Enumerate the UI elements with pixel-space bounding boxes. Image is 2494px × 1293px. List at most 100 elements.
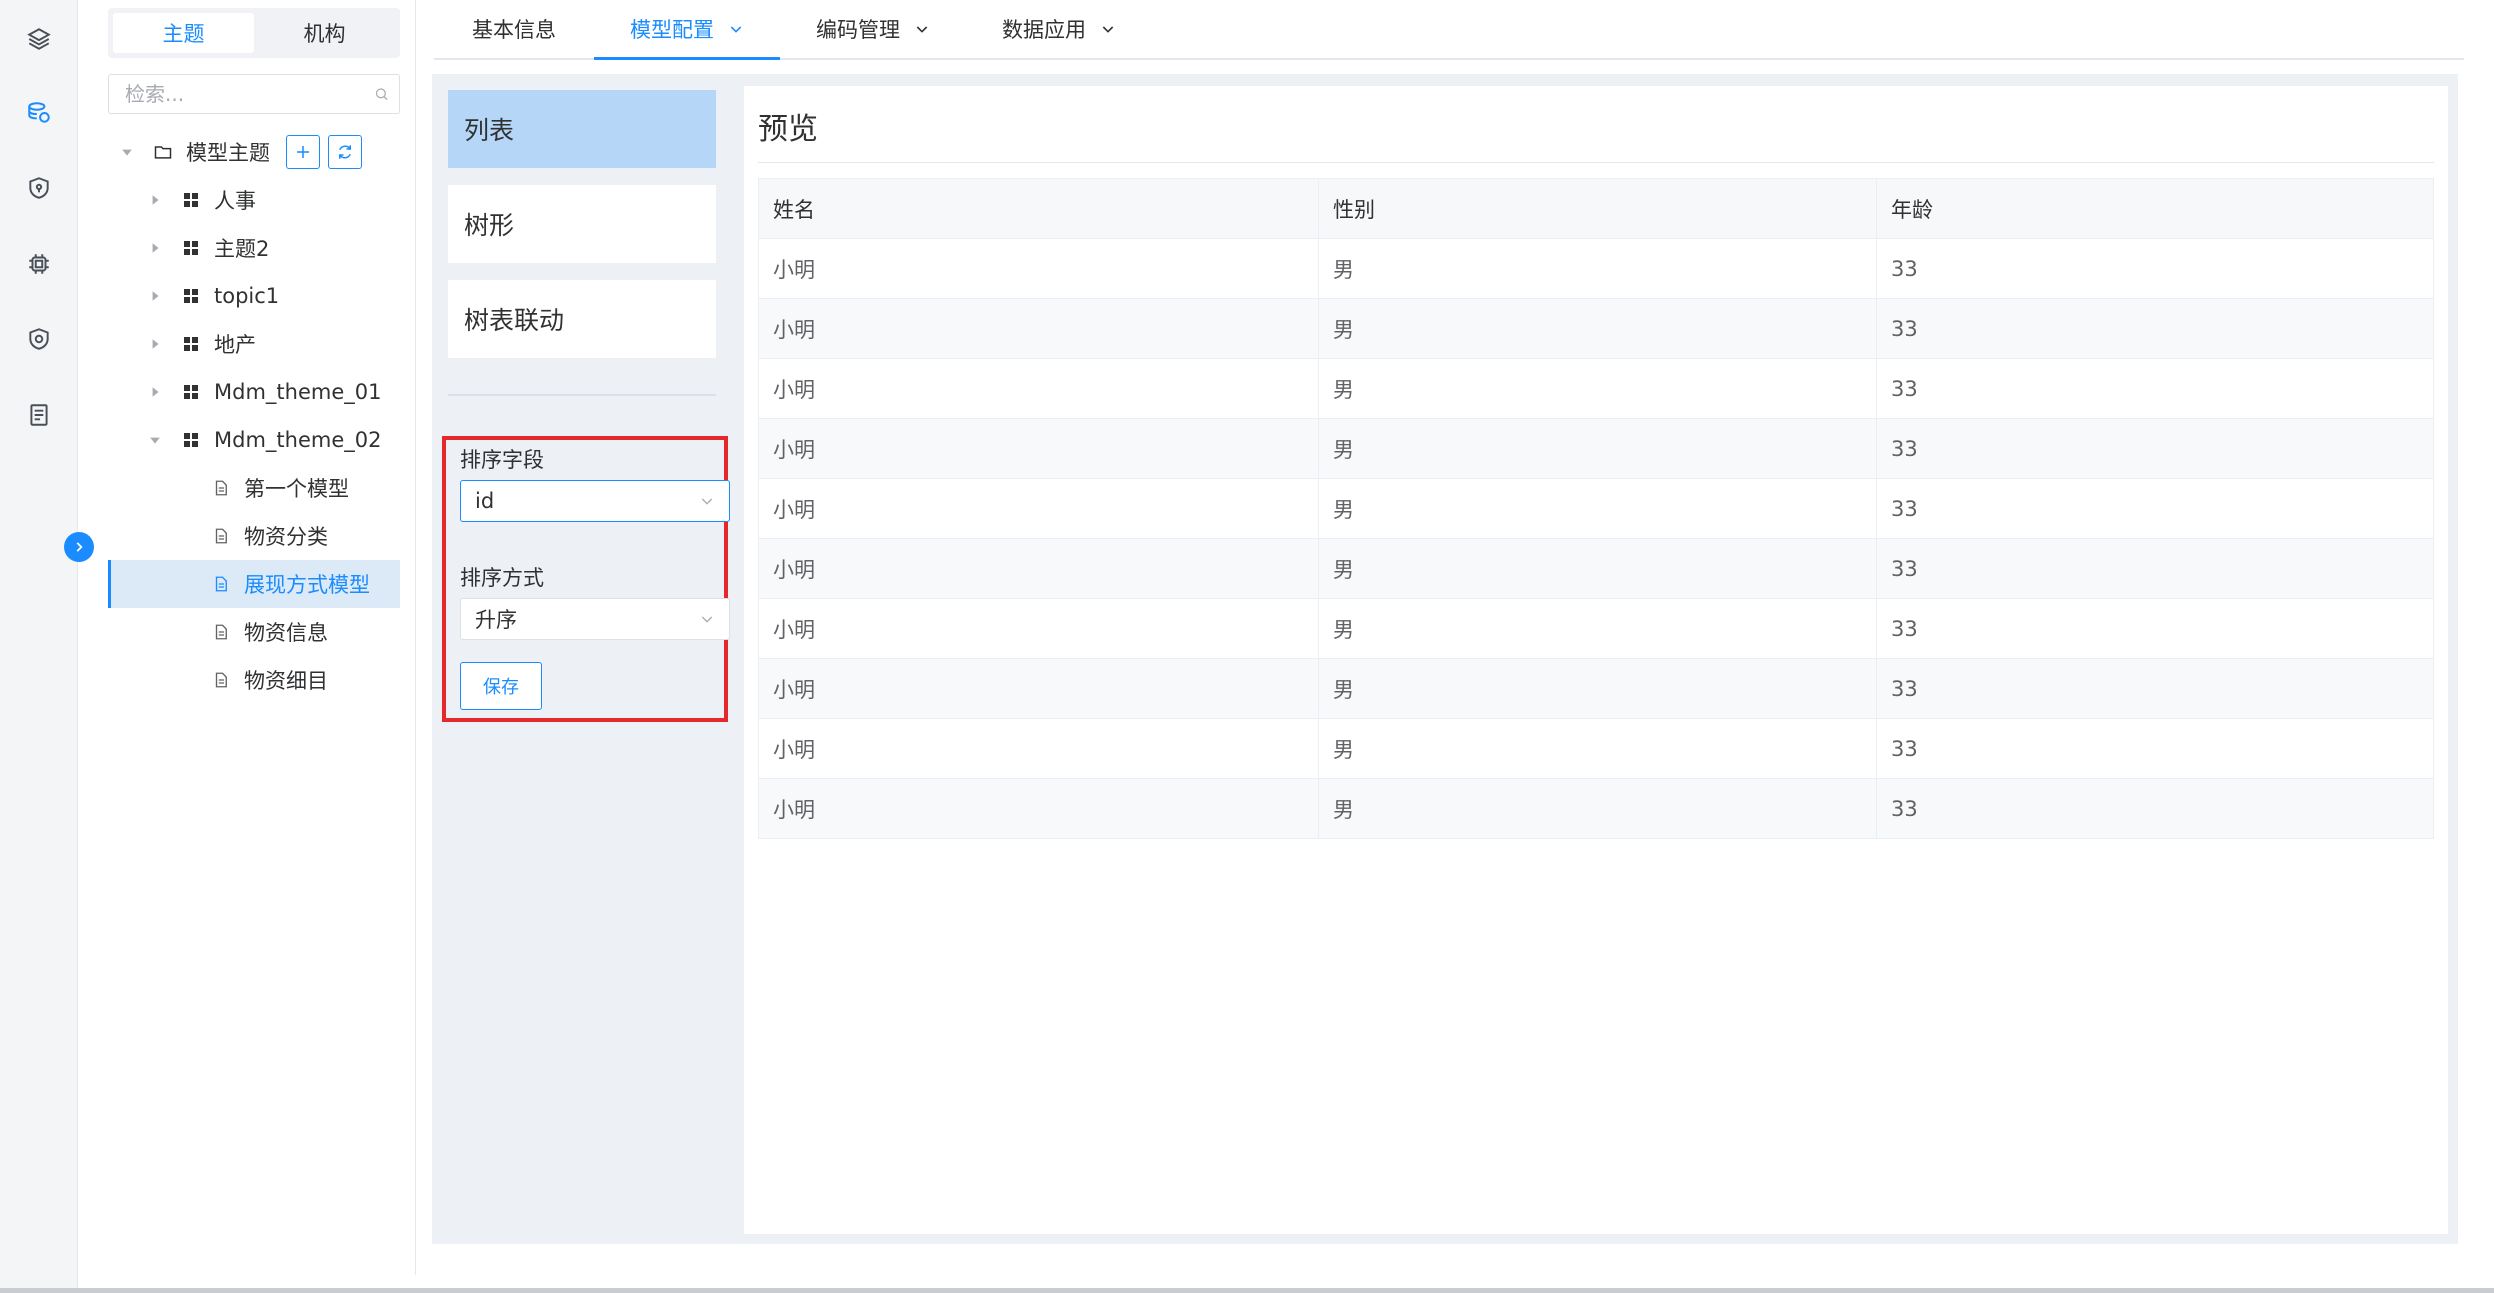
save-button[interactable]: 保存: [460, 662, 542, 710]
caret-right-icon[interactable]: [148, 241, 162, 255]
document-icon: [210, 477, 232, 499]
table-cell: 小明: [758, 718, 1319, 779]
caret-right-icon[interactable]: [148, 289, 162, 303]
add-button[interactable]: [286, 135, 320, 169]
table-cell: 小明: [758, 358, 1319, 419]
grid-icon: [180, 285, 202, 307]
table-cell: 33: [1876, 778, 2434, 839]
caret-right-icon[interactable]: [148, 385, 162, 399]
caret-right-icon[interactable]: [148, 193, 162, 207]
chip-icon[interactable]: [22, 247, 56, 281]
tree-model-item[interactable]: 展现方式模型: [108, 560, 400, 608]
table-cell: 男: [1318, 298, 1877, 359]
tree-theme-item[interactable]: 地产: [108, 320, 400, 368]
tree-theme-item[interactable]: Mdm_theme_02: [108, 416, 400, 464]
preview-title: 预览: [758, 112, 818, 147]
table-row: 小明男 33: [758, 358, 2434, 419]
table-cell: 小明: [758, 778, 1319, 839]
tree-root[interactable]: 模型主题: [108, 128, 400, 176]
table-cell: 男: [1318, 778, 1877, 839]
expand-sidebar-button[interactable]: [64, 532, 94, 562]
search-input[interactable]: [125, 82, 374, 106]
tree-theme-label: 主题2: [214, 237, 270, 261]
refresh-icon: [339, 145, 351, 159]
shield-icon[interactable]: [22, 171, 56, 205]
tab-model-config[interactable]: 模型配置: [594, 0, 780, 60]
tree-theme-item[interactable]: Mdm_theme_01: [108, 368, 400, 416]
grid-icon: [180, 381, 202, 403]
table-row: 小明男 33: [758, 538, 2434, 599]
tree-theme-item[interactable]: 人事: [108, 176, 400, 224]
sort-order-select[interactable]: 升序: [460, 598, 730, 640]
layers-icon[interactable]: [22, 22, 56, 56]
security-icon[interactable]: [22, 322, 56, 356]
table-cell: 33: [1876, 718, 2434, 779]
display-type-list[interactable]: 列表: [448, 90, 716, 168]
refresh-button[interactable]: [328, 135, 362, 169]
table-cell: 小明: [758, 538, 1319, 599]
table-cell: 小明: [758, 478, 1319, 539]
display-type-tree-table[interactable]: 树表联动: [448, 280, 716, 358]
table-cell: 男: [1318, 418, 1877, 479]
table-cell: 33: [1876, 478, 2434, 539]
grid-icon: [180, 429, 202, 451]
document-icon: [210, 573, 232, 595]
table-row: 小明男 33: [758, 298, 2434, 359]
table-row: 小明男 33: [758, 718, 2434, 779]
chevron-down-icon: [730, 25, 742, 33]
grid-icon: [180, 237, 202, 259]
caret-down-icon[interactable]: [120, 145, 134, 159]
table-cell: 33: [1876, 238, 2434, 299]
table-row: 小明男 33: [758, 238, 2434, 299]
sort-field-label: 排序字段: [460, 448, 544, 472]
tree-model-item[interactable]: 物资信息: [108, 608, 400, 656]
segment-org[interactable]: 机构: [254, 13, 395, 53]
database-icon[interactable]: [22, 96, 56, 130]
tree-model-label: 物资细目: [244, 669, 328, 693]
table-cell: 男: [1318, 598, 1877, 659]
preview-table: 姓名 性别 年龄 小明男 33 小明男 33 小明男 33 小明男 33 小明男 33 小明男 33 小…: [758, 178, 2434, 839]
table-cell: 小明: [758, 298, 1319, 359]
document-icon: [210, 621, 232, 643]
sort-order-value: 升序: [475, 608, 517, 632]
tab-basic-info[interactable]: 基本信息: [434, 0, 594, 58]
document-icon: [210, 525, 232, 547]
chevron-down-icon: [1102, 26, 1114, 33]
tree-model-item[interactable]: 第一个模型: [108, 464, 400, 512]
tree-theme-item[interactable]: topic1: [108, 272, 400, 320]
preview-panel: 预览 姓名 性别 年龄 小明男 33 小明男 33 小明男 33 小明男 33 小明男 33 小明男…: [744, 86, 2448, 1234]
table-cell: 33: [1876, 538, 2434, 599]
table-cell: 男: [1318, 718, 1877, 779]
table-cell: 男: [1318, 238, 1877, 299]
tab-data-application[interactable]: 数据应用: [966, 0, 1152, 58]
caret-right-icon[interactable]: [148, 337, 162, 351]
table-row: 小明男 33: [758, 658, 2434, 719]
tree-model-item[interactable]: 物资分类: [108, 512, 400, 560]
table-cell: 33: [1876, 418, 2434, 479]
search-icon: [375, 88, 388, 101]
sort-field-select[interactable]: id: [460, 480, 730, 522]
table-cell: 33: [1876, 658, 2434, 719]
segment-switch: 主题 机构: [108, 8, 400, 58]
tab-code-management[interactable]: 编码管理: [780, 0, 966, 58]
tree-theme-label: 地产: [214, 333, 256, 357]
segment-theme[interactable]: 主题: [113, 13, 254, 53]
icon-rail: [0, 0, 78, 1288]
chevron-down-icon: [916, 26, 928, 33]
chevron-down-icon: [701, 498, 713, 505]
grid-icon: [180, 189, 202, 211]
table-cell: 小明: [758, 238, 1319, 299]
display-type-tree[interactable]: 树形: [448, 185, 716, 263]
bottom-bar: [0, 1288, 2494, 1293]
table-cell: 小明: [758, 658, 1319, 719]
column-header: 性别: [1318, 178, 1877, 239]
document-icon[interactable]: [22, 398, 56, 432]
tree-model-item[interactable]: 物资细目: [108, 656, 400, 704]
table-cell: 小明: [758, 418, 1319, 479]
table-row: 小明男 33: [758, 418, 2434, 479]
table-row: 小明男 33: [758, 778, 2434, 839]
tree-theme-item[interactable]: 主题2: [108, 224, 400, 272]
caret-down-icon[interactable]: [148, 433, 162, 447]
chevron-down-icon: [701, 616, 713, 623]
tree-theme-label: 人事: [214, 189, 256, 213]
